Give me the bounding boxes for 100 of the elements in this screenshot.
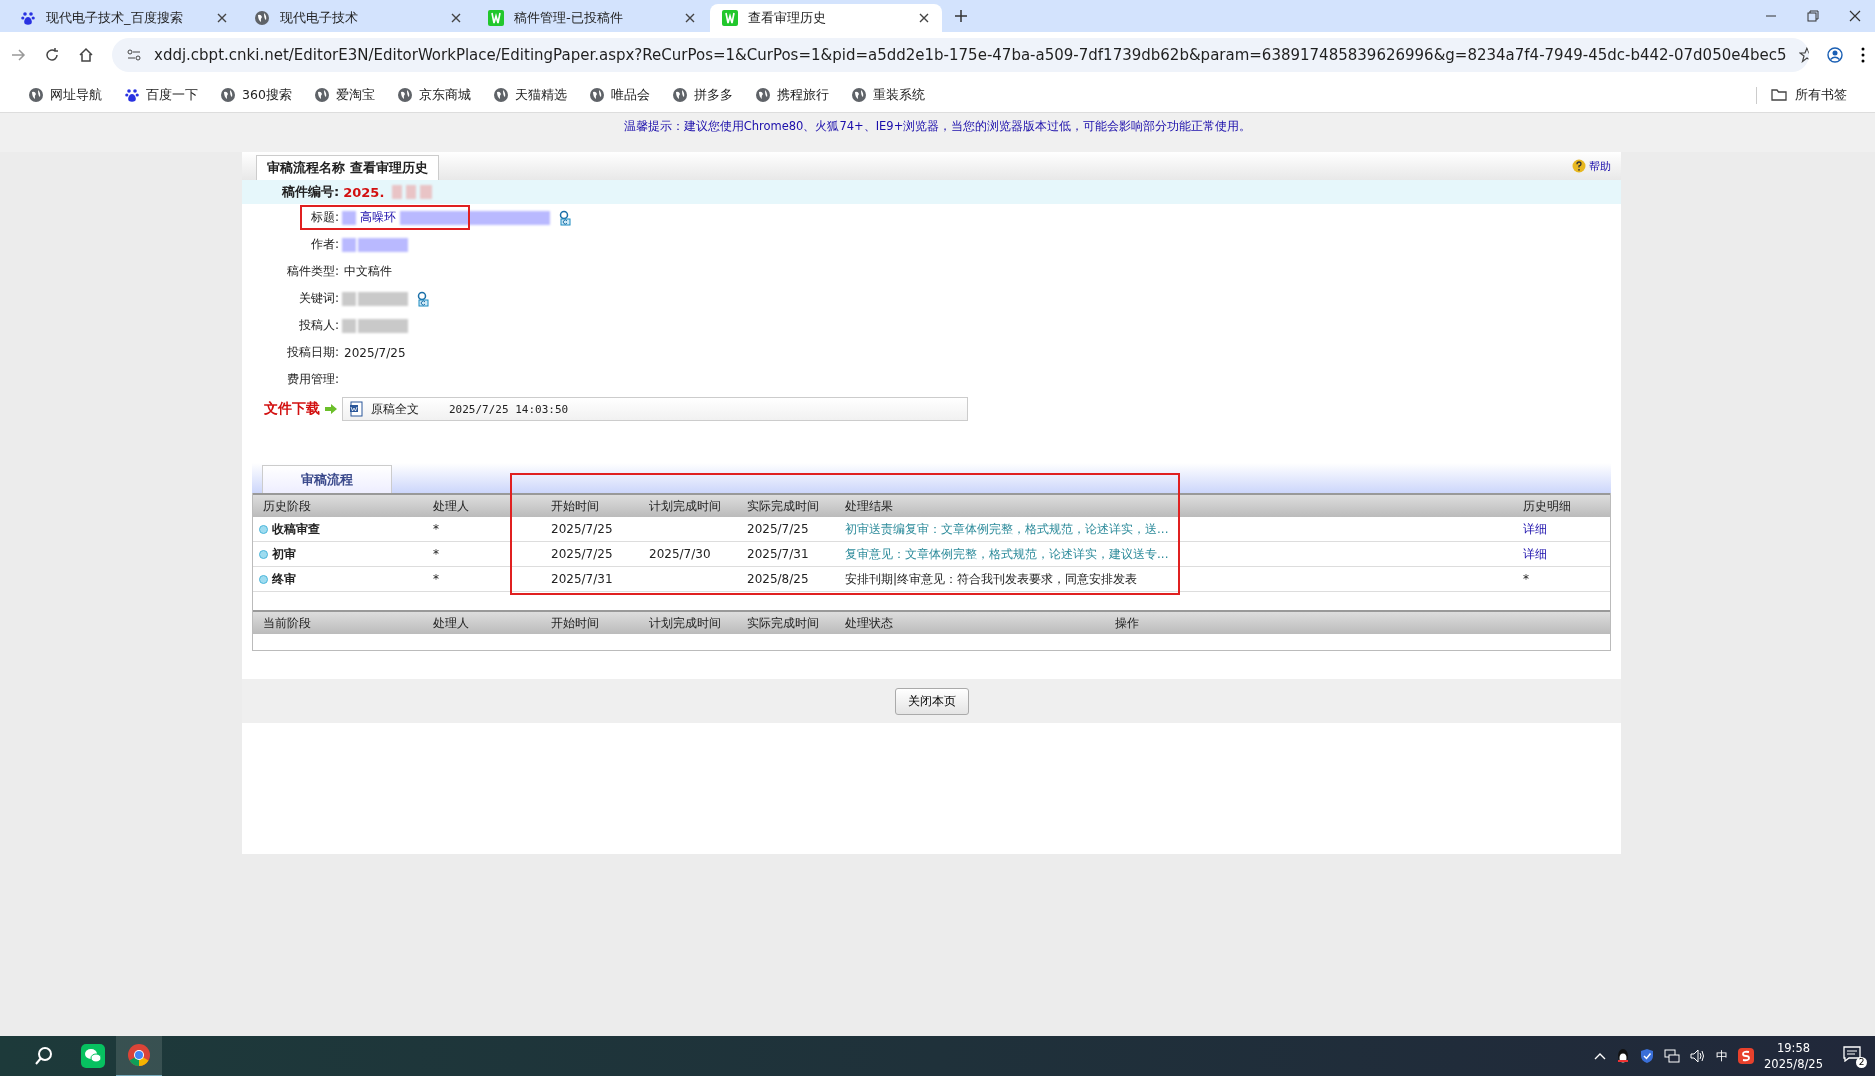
document-icon [349,401,365,417]
bookmark[interactable]: 拼多多 [671,86,733,104]
table-cell: 2025/7/25 [541,542,639,567]
home-icon[interactable] [78,47,94,63]
table-cell: 2025/7/30 [639,542,737,567]
browser-tab[interactable]: 现代电子技术 [242,4,474,32]
column-header: 历史阶段 [253,493,423,517]
column-header: 历史明细 [1513,493,1610,517]
bookmark[interactable]: 360搜索 [220,86,292,104]
field-value: 2025/7/25 [344,345,406,360]
table-cell: 收稿审查 [253,517,423,542]
field-label: 关键词: [297,290,340,307]
field-label: 稿件编号: [282,183,340,201]
table-cell: 安排刊期|终审意见：符合我刊发表要求，同意安排发表 [835,567,1513,592]
globe-icon [492,87,509,103]
profile-icon[interactable] [1827,47,1843,63]
section-tab[interactable]: 审稿流程 [262,465,392,493]
chevron-up-icon[interactable] [1594,1052,1607,1060]
folder-icon [1771,87,1787,103]
field-label: 费用管理: [285,371,340,388]
column-header: 计划完成时间 [639,610,737,634]
column-header: 处理结果 [835,493,1513,517]
column-header: 当前阶段 [253,610,423,634]
globe-icon [588,87,605,103]
search-icon[interactable] [558,209,572,226]
forward-icon[interactable] [10,47,26,63]
new-tab-icon[interactable] [954,9,968,23]
input-method-indicator[interactable]: 中 [1716,1047,1729,1065]
table-cell[interactable]: 详细 [1513,517,1610,542]
arrow-icon [324,403,338,415]
field-label: 投稿日期: [285,344,340,361]
network-icon[interactable] [1664,1049,1681,1063]
bullet-icon [259,549,268,559]
blurred-text [420,185,433,199]
blurred-text [392,185,403,199]
file-name[interactable]: 原稿全文 [371,400,419,418]
url-text: xddj.cbpt.cnki.net/EditorE3N/EditorWorkPlace/EditingPaper.aspx?ReCurPos=1&CurPos=1&pid=a5dd2e1b-175e-47ba-a509-7df1739db62b&param=638917485839626996&g=8234a7f4-7949-45dc-b442-07d050e4bec5 [154,46,1787,64]
manuscript-number: 2025. [343,184,385,200]
field-label: 投稿人: [297,317,340,334]
globe-icon [671,87,688,103]
blurred-text [358,318,408,333]
close-icon[interactable] [450,12,462,24]
blurred-text [358,237,408,252]
search-icon[interactable] [34,1046,54,1066]
column-header: 处理状态 [835,610,1105,634]
help-link[interactable]: 帮助 [1572,158,1621,174]
table-cell: 2025/7/31 [541,567,639,592]
table-cell[interactable]: 初审送责编复审：文章体例完整，格式规范，论述详实，送... [835,517,1513,542]
bookmark[interactable]: 网址导航 [28,86,102,104]
address-bar[interactable]: xddj.cbpt.cnki.net/EditorE3N/EditorWorkPlace/EditingPaper.aspx?ReCurPos=1&CurPos=1&pid=a5dd2e1b-175e-47ba-a509-7df1739db62b&param=638917485839626996&g=8234a7f4-7949-45dc-b442-07d050e4bec5 [112,38,1809,72]
bullet-icon [259,574,268,584]
field-label: 作者: [309,236,340,253]
close-page-button[interactable]: 关闭本页 [894,687,969,715]
field-label: 标题: [309,209,340,226]
blurred-text [358,291,408,306]
column-header: 处理人 [423,493,541,517]
close-icon[interactable] [1849,10,1861,22]
penguin-icon[interactable] [1616,1048,1631,1064]
table-cell: 2025/7/31 [737,542,835,567]
speaker-icon[interactable] [1690,1049,1707,1063]
browser-tab[interactable]: 稿件管理-已投稿件 [476,4,708,32]
table-cell[interactable]: 复审意见：文章体例完整，格式规范，论述详实，建议送专... [835,542,1513,567]
app-logo-icon [488,10,504,26]
close-icon[interactable] [918,12,930,24]
globe-icon [313,87,330,103]
bookmark[interactable]: 唯品会 [588,86,650,104]
field-value[interactable]: 高噪环 [360,209,396,226]
table-cell[interactable]: 详细 [1513,542,1610,567]
bookmark[interactable]: 携程旅行 [754,86,829,104]
browser-tab[interactable]: 查看审理历史 [710,4,942,32]
bookmark[interactable]: 天猫精选 [492,86,567,104]
globe-icon [254,10,270,26]
download-label: 文件下载 [264,400,320,418]
column-header: 实际完成时间 [737,610,835,634]
column-header: 开始时间 [541,610,639,634]
reload-icon[interactable] [44,47,60,63]
shield-icon[interactable] [1640,1048,1655,1064]
restore-icon[interactable] [1807,10,1819,22]
bookmark[interactable]: 爱淘宝 [313,86,375,104]
bookmark[interactable]: 百度一下 [124,86,198,104]
site-settings-icon[interactable] [126,47,142,63]
app-tray-icon[interactable] [1738,1048,1755,1064]
file-download-bar[interactable]: 原稿全文 2025/7/25 14:03:50 [342,397,968,421]
paw-icon [20,10,36,26]
globe-icon [220,87,236,103]
search-icon[interactable] [416,290,430,307]
bookmark[interactable]: 京东商城 [396,86,471,104]
bookmark[interactable]: 重装系统 [850,86,925,104]
clock[interactable]: 19:58 2025/8/25 [1764,1040,1823,1072]
close-icon[interactable] [216,12,228,24]
browser-tab[interactable]: 现代电子技术_百度搜索 [8,4,240,32]
all-bookmarks[interactable]: 所有书签 [1756,86,1847,104]
table-cell: 初审 [253,542,423,567]
close-icon[interactable] [684,12,696,24]
browser-app-icon[interactable] [116,1035,162,1076]
table-cell: 终审 [253,567,423,592]
field-value: 中文稿件 [344,263,392,280]
column-header: 处理人 [423,610,541,634]
menu-icon[interactable] [1861,47,1865,63]
globe-icon [396,87,413,103]
